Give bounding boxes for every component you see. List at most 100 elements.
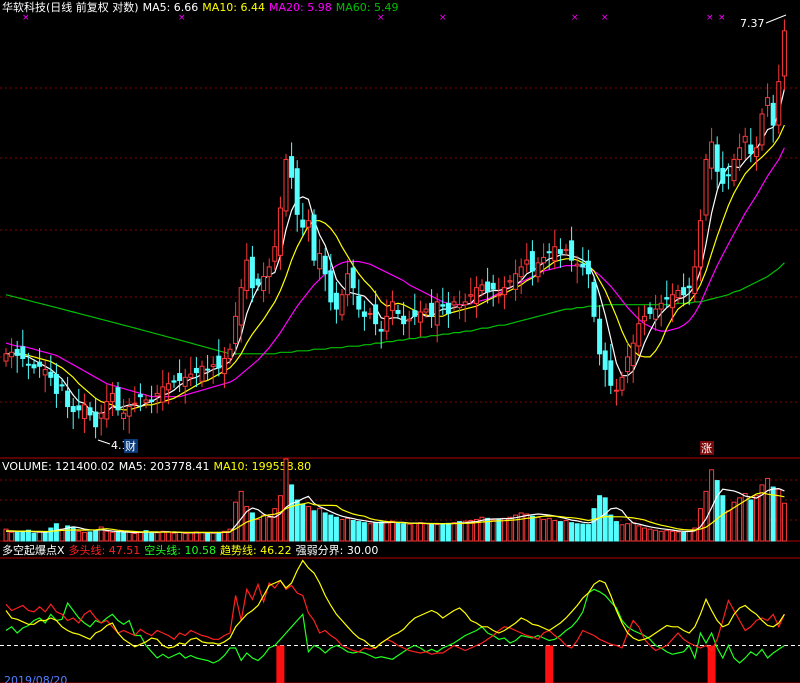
volume-bar [373,522,379,542]
down-candle [557,249,563,254]
volume-bar [182,532,188,542]
volume-bar [261,514,267,542]
volume-bar [389,520,395,542]
volume-bar [753,495,759,542]
up-candle [636,323,642,347]
signal-cross-icon: × [178,13,186,23]
volume-bar [434,524,440,542]
volume-bar [591,508,597,542]
up-candle [266,266,272,278]
down-candle [171,380,177,383]
down-candle [300,219,306,228]
down-candle [602,350,608,370]
volume-bar [9,531,15,542]
down-candle [25,363,31,366]
down-candle [490,282,496,290]
volume-bar [317,508,323,542]
volume-bar [300,503,306,542]
up-candle [160,386,166,403]
up-candle [737,147,743,160]
down-candle [37,361,43,367]
volume-bar [255,518,261,542]
volume-bar [546,517,552,542]
up-candle [513,273,519,290]
down-candle [412,310,418,317]
volume-bar [580,523,586,542]
volume-bar [384,521,390,542]
up-candle [518,266,524,278]
trend-line [5,559,785,649]
volume-bar [104,530,110,542]
volume-bar [529,515,535,542]
down-candle [770,102,776,126]
ma20-line [5,147,785,398]
volume-bar [188,532,194,542]
up-candle [496,294,502,297]
up-candle [221,357,227,375]
volume-bar [289,484,295,542]
volume-bar [126,531,132,542]
up-candle [524,259,530,265]
up-candle [233,315,239,345]
volume-bar [401,523,407,542]
up-candle [199,365,205,382]
up-candle [132,402,138,405]
up-candle [759,113,765,146]
up-candle [227,348,233,359]
finance-badge[interactable]: 财 [125,439,136,453]
up-candle [154,392,160,397]
up-candle [625,356,631,373]
up-candle [781,30,787,77]
up-candle [563,248,569,252]
signal-cross-icon: × [706,13,714,23]
limit-up-badge[interactable]: 涨 [701,442,712,455]
volume-bar [641,527,647,542]
down-candle [714,144,720,172]
volume-bar [417,522,423,542]
volume-bar [664,530,670,542]
up-candle [283,158,289,212]
up-candle [776,81,782,126]
up-candle [709,141,715,169]
volume-bar [490,519,496,542]
down-candle [378,328,384,332]
candlesticks[interactable] [3,19,787,439]
volume-bar [149,531,155,542]
down-candle [429,302,435,317]
up-candle [473,287,479,304]
up-candle [742,135,748,143]
volume-bar [322,512,328,542]
volume-bar [406,523,412,542]
up-candle [692,266,698,294]
volume-bar [658,530,664,542]
volume-bar [496,518,502,542]
up-candle [367,312,373,315]
up-candle [658,302,664,310]
volume-bar [356,521,362,542]
volume-bar [121,532,127,542]
down-candle [580,263,586,268]
volume-bar [574,523,580,542]
down-candle [48,371,54,378]
volume-bar [765,477,771,542]
volume-bar [552,520,558,542]
down-candle [115,387,121,411]
trigger-bar [276,645,285,683]
volume-bar [440,523,446,542]
volume-bar [70,526,76,542]
up-candle [468,294,474,297]
date-axis-label: 2019/08/20 [4,674,67,683]
volume-bar [283,458,289,542]
signal-cross-icon: × [439,13,447,23]
down-candle [361,311,367,317]
down-candle [289,156,295,178]
up-candle [462,301,468,306]
up-candle [42,368,48,376]
volume-bar [630,522,636,542]
volume-bar [653,529,659,542]
down-candle [70,406,76,413]
signal-cross-icon: × [601,13,609,23]
stock-chart[interactable]: 7.37 4.1 财 涨 2019/08/20 × × × × × × × × [0,0,800,683]
down-candle [249,256,255,289]
down-candle [137,394,143,398]
